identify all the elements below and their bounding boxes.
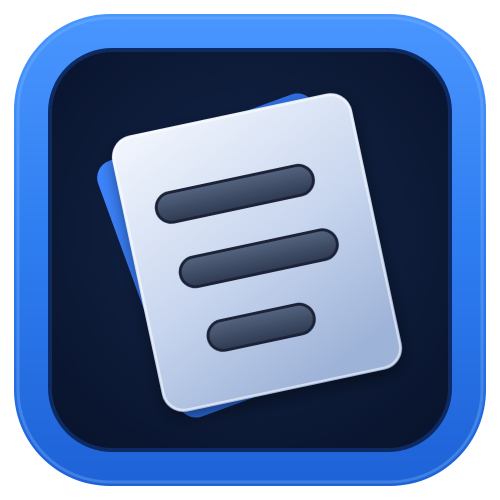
- document-app-icon: [14, 14, 486, 486]
- app-icon[interactable]: [0, 0, 500, 500]
